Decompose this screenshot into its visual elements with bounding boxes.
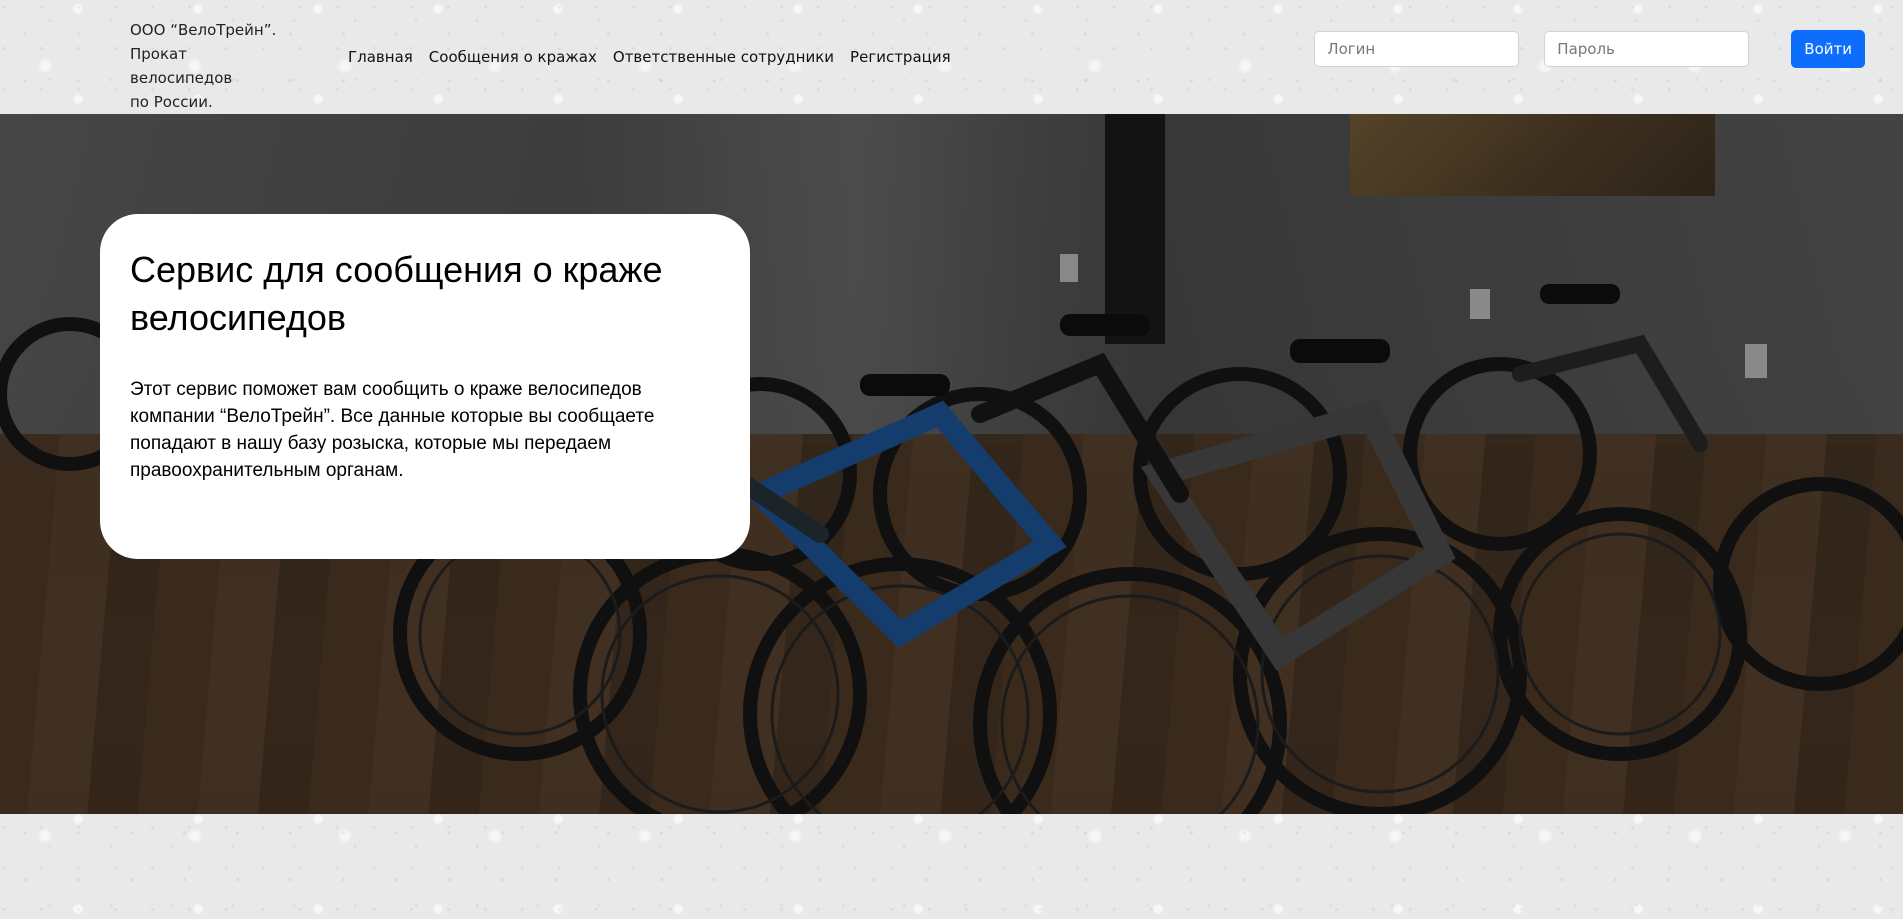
site-header: ООО “ВелоТрейн”. Прокат велосипедов по Р… [0,0,1903,114]
password-input[interactable] [1544,31,1750,67]
nav-link-register[interactable]: Регистрация [842,46,959,68]
hero-description: Этот сервис поможет вам сообщить о краже… [130,379,655,481]
login-button[interactable]: Войти [1791,30,1865,68]
nav-link-staff[interactable]: Ответственные сотрудники [605,46,842,68]
login-form: Войти [1314,30,1865,68]
hero-card: Сервис для сообщения о краже велосипедов… [100,214,750,559]
brand-line: Прокат велосипедов [130,45,233,87]
main-nav: Главная Сообщения о кражах Ответственные… [340,46,959,68]
brand-name: ООО “ВелоТрейн”. Прокат велосипедов по Р… [130,18,290,114]
nav-link-home[interactable]: Главная [340,46,421,68]
brand-line: ООО “ВелоТрейн”. [130,21,277,39]
nav-link-theft-reports[interactable]: Сообщения о кражах [421,46,605,68]
hero-section: Сервис для сообщения о краже велосипедов… [0,114,1903,814]
username-input[interactable] [1314,31,1520,67]
brand-line: по России. [130,93,213,111]
hero-title: Сервис для сообщения о краже велосипедов [130,249,663,338]
